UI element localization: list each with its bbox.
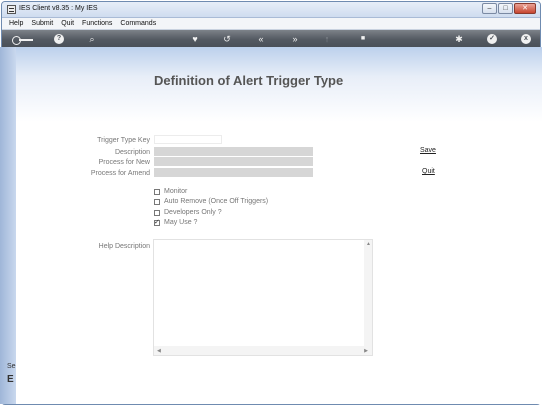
- auto-remove-label: Auto Remove (Once Off Triggers): [164, 198, 269, 205]
- horizontal-scrollbar[interactable]: ◀ ▶: [154, 346, 372, 355]
- scroll-left-icon[interactable]: ◀: [157, 348, 161, 354]
- close-icon[interactable]: x: [521, 34, 531, 44]
- may-use-checkbox-row[interactable]: May Use ?: [154, 218, 198, 226]
- left-panel-label: Se: [7, 363, 16, 370]
- help-description-label: Help Description: [98, 243, 150, 250]
- forward-icon[interactable]: »: [288, 33, 302, 45]
- menu-commands[interactable]: Commands: [120, 18, 156, 29]
- may-use-label: May Use ?: [164, 219, 198, 226]
- maximize-button[interactable]: □: [498, 3, 513, 14]
- close-window-button[interactable]: ✕: [514, 3, 536, 14]
- process-amend-input[interactable]: [154, 168, 313, 177]
- window-title: IES Client v8.35 : My IES: [19, 5, 98, 12]
- process-new-label: Process for New: [98, 159, 150, 166]
- menu-functions[interactable]: Functions: [82, 18, 112, 29]
- quit-link[interactable]: Quit: [422, 168, 435, 175]
- process-amend-label: Process for Amend: [90, 170, 150, 177]
- auto-remove-checkbox[interactable]: [154, 198, 160, 205]
- upload-icon[interactable]: ↑: [320, 33, 334, 45]
- monitor-label: Monitor: [164, 188, 188, 195]
- menu-bar: Help Submit Quit Functions Commands: [2, 18, 540, 30]
- auto-remove-checkbox-row[interactable]: Auto Remove (Once Off Triggers): [154, 198, 268, 205]
- page-title: Definition of Alert Trigger Type: [154, 73, 344, 88]
- may-use-checkbox[interactable]: [154, 218, 160, 226]
- description-input[interactable]: [154, 147, 313, 156]
- scroll-up-icon[interactable]: ▲: [366, 241, 371, 247]
- developers-only-checkbox-row[interactable]: Developers Only ?: [154, 209, 222, 216]
- rewind-icon[interactable]: «: [254, 33, 268, 45]
- title-bar: IES Client v8.35 : My IES – □ ✕: [2, 2, 540, 18]
- left-panel: [0, 47, 16, 404]
- menu-help[interactable]: Help: [9, 18, 23, 29]
- save-link[interactable]: Save: [420, 147, 436, 154]
- undo-icon[interactable]: ↺: [220, 33, 234, 45]
- check-icon[interactable]: ✓: [487, 34, 497, 44]
- help-description-textarea[interactable]: ▲ ◀ ▶: [153, 239, 373, 356]
- app-menu-icon[interactable]: [7, 5, 16, 14]
- heart-icon[interactable]: ♥: [188, 33, 202, 45]
- scroll-right-icon[interactable]: ▶: [364, 348, 368, 354]
- stop-icon[interactable]: ■: [356, 33, 370, 45]
- search-icon[interactable]: ⌕: [85, 33, 99, 45]
- monitor-checkbox-row[interactable]: Monitor: [154, 188, 187, 195]
- vertical-scrollbar[interactable]: ▲: [364, 240, 372, 347]
- minimize-button[interactable]: –: [482, 3, 497, 14]
- process-new-input[interactable]: [154, 157, 313, 166]
- info-icon[interactable]: ?: [54, 34, 64, 44]
- developers-only-label: Developers Only ?: [164, 209, 222, 216]
- toolbar: ? ⌕ ♥ ↺ « » ↑ ■ ✱ ✓ x: [2, 30, 540, 48]
- monitor-checkbox[interactable]: [154, 188, 160, 195]
- left-panel-letter: E: [7, 374, 14, 385]
- trigger-type-key-label: Trigger Type Key: [97, 137, 150, 144]
- description-label: Description: [114, 149, 150, 156]
- gear-icon[interactable]: ✱: [452, 33, 466, 45]
- menu-submit[interactable]: Submit: [31, 18, 53, 29]
- trigger-type-key-input[interactable]: [154, 135, 222, 144]
- key-icon[interactable]: [12, 36, 34, 45]
- developers-only-checkbox[interactable]: [154, 209, 160, 216]
- menu-quit[interactable]: Quit: [61, 18, 74, 29]
